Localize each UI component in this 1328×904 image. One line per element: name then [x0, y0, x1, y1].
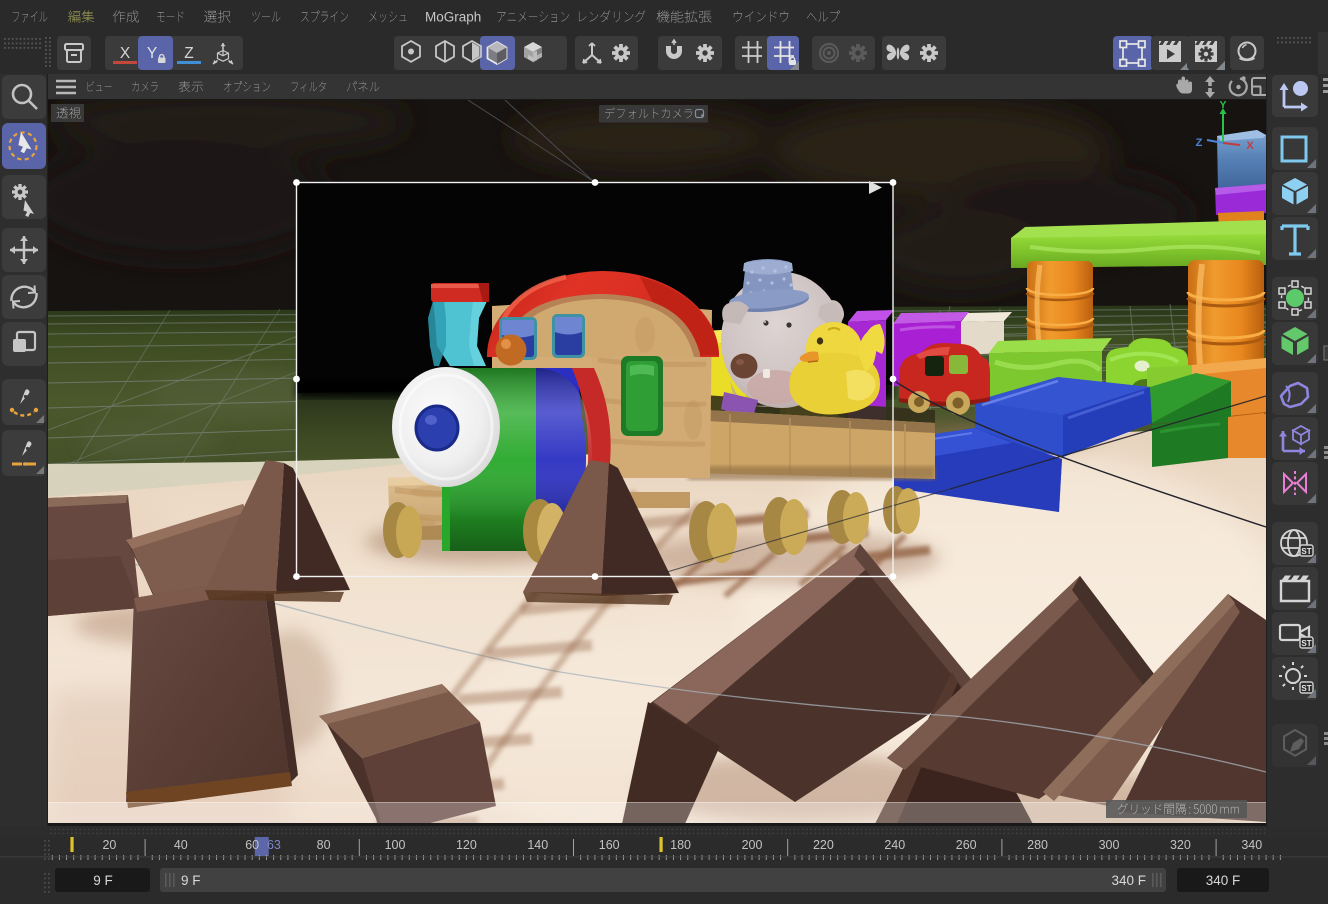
svg-text:9 F: 9 F: [181, 873, 201, 888]
svg-text:9 F: 9 F: [93, 873, 113, 888]
svg-text:280: 280: [1027, 838, 1048, 852]
svg-text:220: 220: [813, 838, 834, 852]
svg-text:X: X: [1246, 140, 1254, 152]
svg-text:20: 20: [102, 838, 116, 852]
svg-text:100: 100: [385, 838, 406, 852]
svg-text:60: 60: [245, 838, 259, 852]
svg-text:160: 160: [599, 838, 620, 852]
svg-text:ST: ST: [1301, 684, 1311, 693]
svg-text:ST: ST: [1301, 639, 1311, 648]
svg-text:80: 80: [317, 838, 331, 852]
svg-text:340 F: 340 F: [1111, 873, 1146, 888]
svg-text:120: 120: [456, 838, 477, 852]
svg-text:Y: Y: [147, 45, 157, 62]
svg-text:240: 240: [884, 838, 905, 852]
svg-text:63: 63: [267, 838, 281, 852]
svg-text:340: 340: [1241, 838, 1262, 852]
svg-text:200: 200: [742, 838, 763, 852]
svg-text:260: 260: [956, 838, 977, 852]
svg-text:320: 320: [1170, 838, 1191, 852]
svg-text:340 F: 340 F: [1206, 873, 1241, 888]
svg-text:ST: ST: [1301, 547, 1311, 556]
svg-text:Z: Z: [1196, 137, 1203, 149]
svg-text:Z: Z: [184, 45, 193, 62]
svg-text:Y: Y: [1219, 100, 1226, 111]
svg-text:MoGraph: MoGraph: [425, 10, 481, 25]
svg-text:300: 300: [1099, 838, 1120, 852]
svg-text:X: X: [120, 45, 131, 62]
svg-text:180: 180: [670, 838, 691, 852]
svg-text:40: 40: [174, 838, 188, 852]
svg-text:140: 140: [527, 838, 548, 852]
